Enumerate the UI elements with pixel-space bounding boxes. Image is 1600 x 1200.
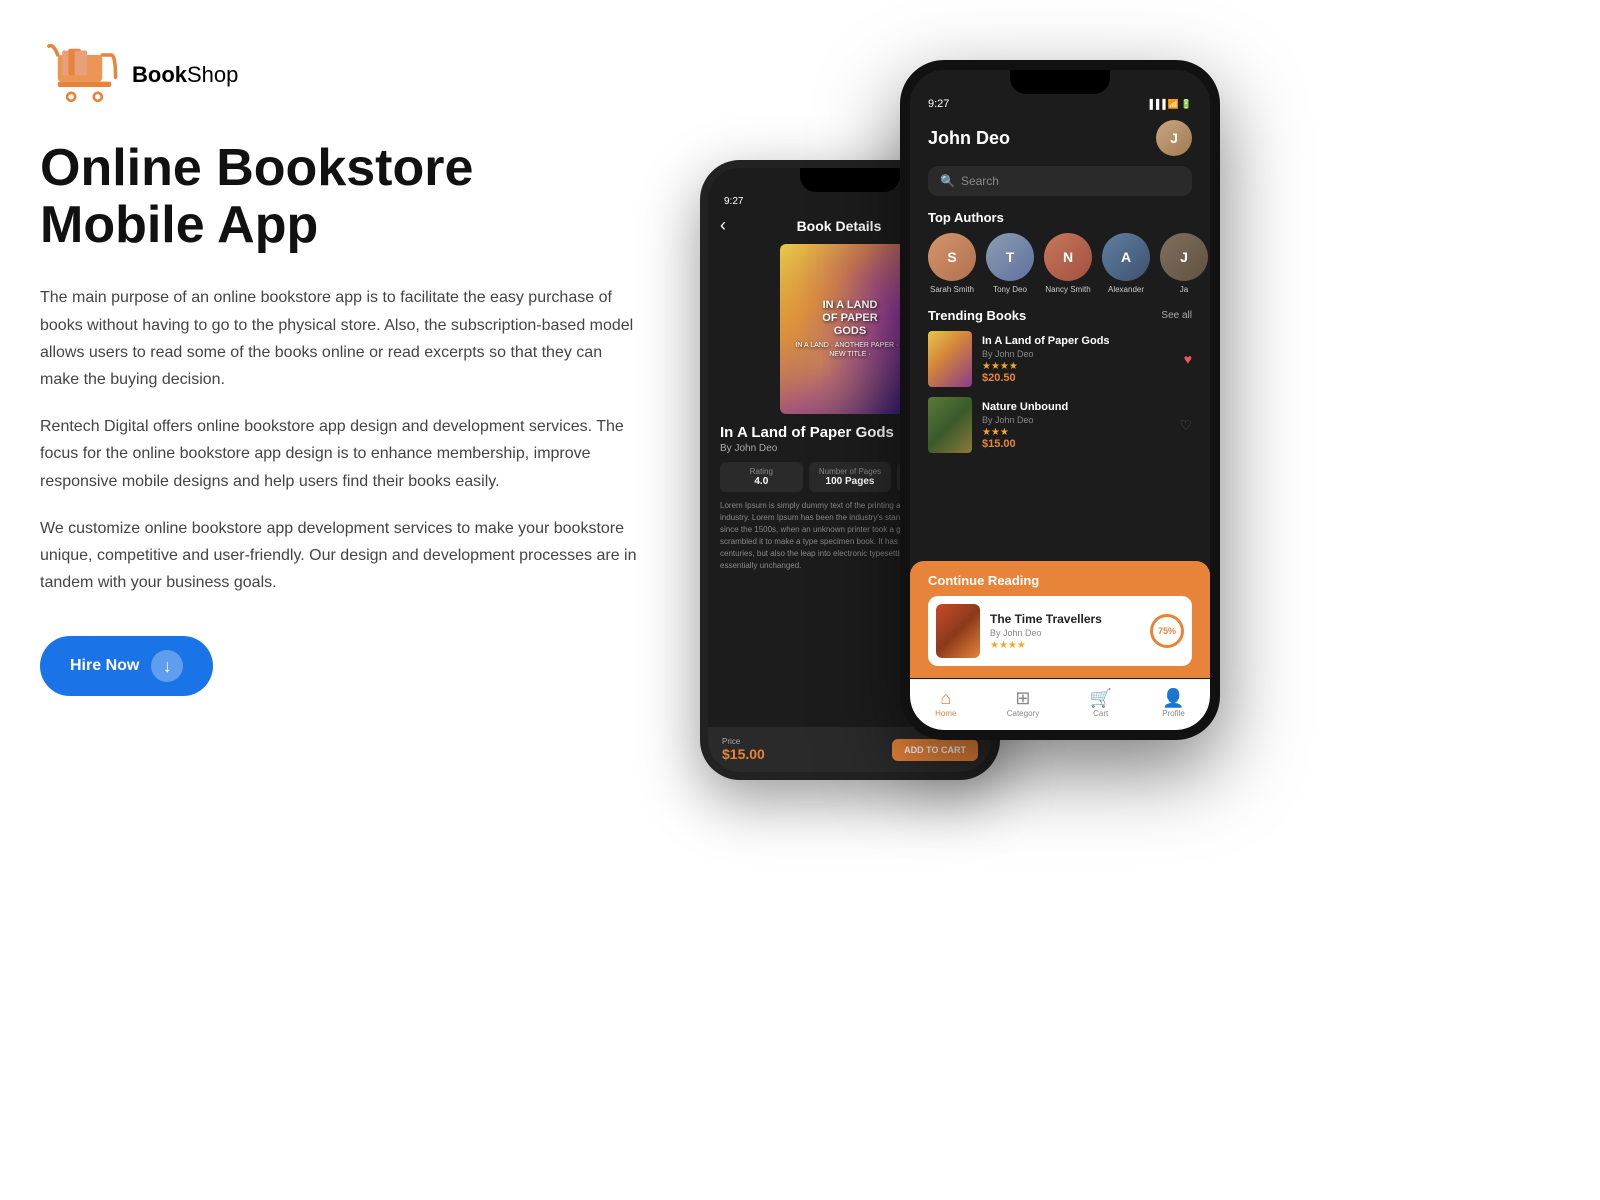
author-item-alexander[interactable]: A Alexander: [1102, 233, 1150, 294]
home-icon: ⌂: [935, 688, 956, 709]
top-authors-list: S Sarah Smith T Tony Deo N Nancy Smith A…: [910, 233, 1210, 308]
phones-area: 9:27 ▐▐▐ 📶 🔋 ‹ Book Details ⬇ ♥ I: [680, 60, 1580, 1110]
book-info-2: Nature Unbound By John Deo ★★★ $15.00: [982, 401, 1169, 450]
continue-book-info: The Time Travellers By John Deo ★★★★: [990, 612, 1140, 651]
left-section: BookShop Online Bookstore Mobile App The…: [40, 40, 640, 696]
hire-now-button[interactable]: Hire Now ↓: [40, 636, 213, 696]
wifi-icon: 📶: [1168, 99, 1179, 110]
add-to-cart-button[interactable]: ADD TO CART: [892, 739, 978, 761]
phone2-home: 9:27 ▐▐▐ 📶 🔋 John Deo J 🔍 Search Top Aut…: [900, 60, 1220, 740]
battery-icon: 🔋: [1181, 99, 1192, 110]
see-all-button[interactable]: See all: [1161, 310, 1192, 321]
trending-header: Trending Books See all: [928, 308, 1192, 323]
continue-reading-section: Continue Reading The Time Travellers By …: [910, 561, 1210, 678]
logo-text: BookShop: [132, 62, 238, 88]
continue-book-thumbnail: [936, 604, 980, 658]
continue-reading-book[interactable]: The Time Travellers By John Deo ★★★★ 75%: [928, 596, 1192, 666]
search-icon: 🔍: [940, 174, 955, 188]
main-heading: Online Bookstore Mobile App: [40, 140, 640, 254]
trending-book-1[interactable]: In A Land of Paper Gods By John Deo ★★★★…: [928, 331, 1192, 387]
profile-icon: 👤: [1162, 688, 1185, 709]
top-authors-header: Top Authors: [910, 210, 1210, 233]
author-item-ja[interactable]: J Ja: [1160, 233, 1208, 294]
book-thumbnail-2: [928, 397, 972, 453]
category-icon: ⊞: [1007, 688, 1039, 709]
back-button[interactable]: ‹: [720, 215, 726, 236]
cart-icon: 🛒: [1089, 688, 1111, 709]
nav-home[interactable]: ⌂ Home: [935, 688, 956, 718]
bottom-navigation: ⌂ Home ⊞ Category 🛒 Cart 👤 Profile: [910, 679, 1210, 730]
author-item-sarah[interactable]: S Sarah Smith: [928, 233, 976, 294]
user-greeting: John Deo: [928, 128, 1010, 149]
nav-profile[interactable]: 👤 Profile: [1162, 688, 1185, 718]
user-avatar[interactable]: J: [1156, 120, 1192, 156]
phone2-greeting-row: John Deo J: [910, 116, 1210, 166]
description-1: The main purpose of an online bookstore …: [40, 284, 640, 393]
signal-bars-icon: ▐▐▐: [1146, 99, 1165, 109]
trending-book-2[interactable]: Nature Unbound By John Deo ★★★ $15.00 ♡: [928, 397, 1192, 453]
logo-icon: [40, 40, 120, 110]
book-cover-image: IN A LANDOF PAPERGODS IN A LAND · ANOTHE…: [780, 244, 920, 414]
heart-filled-icon[interactable]: ♥: [1184, 351, 1192, 367]
heart-empty-icon[interactable]: ♡: [1179, 417, 1192, 434]
nav-category[interactable]: ⊞ Category: [1007, 688, 1039, 718]
logo-area: BookShop: [40, 40, 640, 110]
phone1-notch: [800, 168, 900, 192]
book-thumbnail-1: [928, 331, 972, 387]
book-info-1: In A Land of Paper Gods By John Deo ★★★★…: [982, 335, 1174, 384]
nav-cart[interactable]: 🛒 Cart: [1089, 688, 1111, 718]
arrow-down-icon: ↓: [151, 650, 183, 682]
trending-books-section: Trending Books See all In A Land of Pape…: [910, 308, 1210, 453]
author-item-nancy[interactable]: N Nancy Smith: [1044, 233, 1092, 294]
phone2-notch: [1010, 70, 1110, 94]
description-2: Rentech Digital offers online bookstore …: [40, 413, 640, 495]
progress-indicator: 75%: [1150, 614, 1184, 648]
search-bar[interactable]: 🔍 Search: [928, 166, 1192, 196]
description-3: We customize online bookstore app develo…: [40, 515, 640, 597]
author-item-tony[interactable]: T Tony Deo: [986, 233, 1034, 294]
